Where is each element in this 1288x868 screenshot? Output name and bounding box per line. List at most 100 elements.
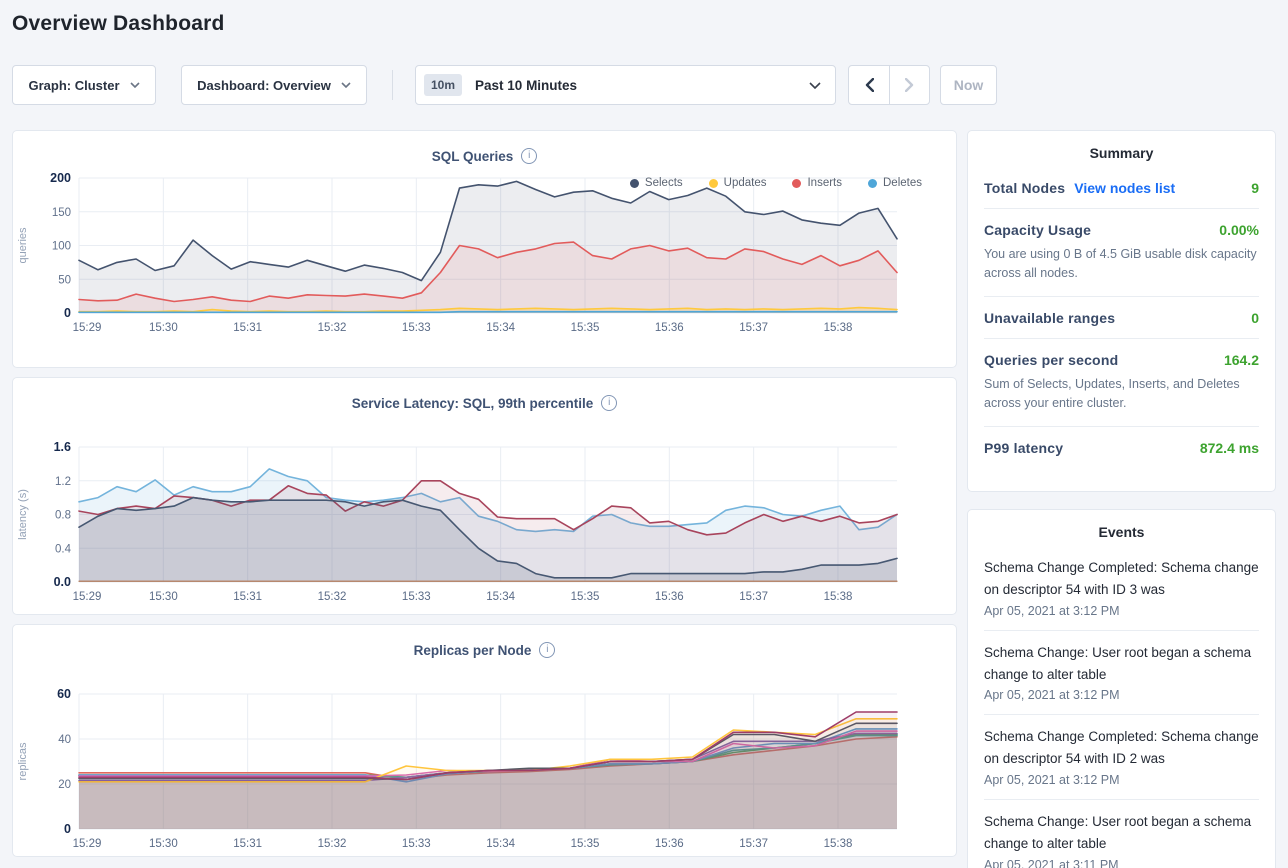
page-title: Overview Dashboard (12, 12, 225, 36)
replicas-per-node-chart-card: Replicas per Node i 15:29 15:30 15:31 15:32… (12, 624, 957, 857)
event-item: Schema Change Completed: Schema change o… (984, 546, 1259, 631)
svg-text:15:33: 15:33 (402, 591, 431, 603)
svg-text:15:32: 15:32 (318, 322, 347, 334)
svg-text:150: 150 (52, 207, 71, 219)
sql-queries-chart-card: SQL Queries i Selects Updates Inserts De… (12, 130, 957, 368)
event-item: Schema Change: User root began a schema … (984, 631, 1259, 716)
event-item: Schema Change: User root began a schema … (984, 800, 1259, 868)
svg-text:0.8: 0.8 (55, 510, 71, 522)
time-range-badge: 10m (424, 74, 462, 96)
svg-text:20: 20 (58, 779, 71, 791)
stat-value: 164.2 (1224, 352, 1259, 368)
svg-text:15:35: 15:35 (571, 591, 600, 603)
svg-text:50: 50 (58, 274, 71, 286)
svg-text:0: 0 (64, 822, 71, 836)
chart-title: Service Latency: SQL, 99th percentile (352, 396, 594, 411)
stat-value: 0 (1251, 310, 1259, 326)
time-step-forward-button[interactable] (889, 66, 929, 104)
svg-text:15:36: 15:36 (655, 591, 684, 603)
svg-text:0.0: 0.0 (54, 575, 71, 589)
toolbar-divider (392, 70, 393, 100)
svg-text:15:29: 15:29 (73, 591, 102, 603)
svg-text:15:33: 15:33 (402, 322, 431, 334)
sql-queries-chart: 15:29 15:30 15:31 15:32 15:33 15:34 15:35 15:36… (13, 168, 954, 338)
svg-text:15:34: 15:34 (486, 838, 515, 850)
svg-text:15:37: 15:37 (739, 591, 768, 603)
svg-text:15:29: 15:29 (73, 322, 102, 334)
svg-text:15:36: 15:36 (655, 322, 684, 334)
svg-text:15:31: 15:31 (233, 591, 262, 603)
svg-text:100: 100 (52, 241, 71, 253)
chart-title: Replicas per Node (414, 643, 532, 658)
legend-dot (868, 179, 877, 188)
service-latency-chart: 15:29 15:30 15:31 15:32 15:33 15:34 15:35 15:36… (13, 437, 954, 607)
stat-description: Sum of Selects, Updates, Inserts, and De… (984, 375, 1259, 414)
event-timestamp: Apr 05, 2021 at 3:11 PM (984, 858, 1259, 868)
time-step-back-button[interactable] (849, 66, 889, 104)
svg-text:15:34: 15:34 (486, 591, 515, 603)
chevron-right-icon (905, 78, 914, 92)
chart-title: SQL Queries (432, 149, 514, 164)
time-range-picker[interactable]: 10m Past 10 Minutes (415, 65, 836, 105)
service-latency-chart-card: Service Latency: SQL, 99th percentile i … (12, 377, 957, 615)
event-timestamp: Apr 05, 2021 at 3:12 PM (984, 773, 1259, 787)
stat-value: 872.4 ms (1200, 440, 1259, 456)
svg-text:latency (s): latency (s) (17, 489, 29, 540)
svg-text:15:31: 15:31 (233, 322, 262, 334)
svg-text:1.2: 1.2 (55, 476, 71, 488)
svg-text:15:32: 15:32 (318, 838, 347, 850)
svg-text:15:35: 15:35 (571, 322, 600, 334)
chart-legend: Selects Updates Inserts Deletes (630, 177, 922, 189)
stat-total-nodes: Total Nodes View nodes list 9 (984, 167, 1259, 209)
svg-text:15:38: 15:38 (824, 838, 853, 850)
svg-text:15:30: 15:30 (149, 322, 178, 334)
replicas-per-node-chart: 15:29 15:30 15:31 15:32 15:33 15:34 15:35 15:36… (13, 684, 954, 854)
chevron-down-icon (809, 82, 821, 89)
svg-text:40: 40 (58, 734, 71, 746)
stat-unavailable-ranges: Unavailable ranges 0 (984, 297, 1259, 339)
svg-text:0: 0 (64, 306, 71, 320)
event-timestamp: Apr 05, 2021 at 3:12 PM (984, 688, 1259, 702)
stat-queries-per-second: Queries per second 164.2 Sum of Selects,… (984, 339, 1259, 427)
time-step-buttons (848, 65, 930, 105)
stat-capacity-usage: Capacity Usage 0.00% You are using 0 B o… (984, 209, 1259, 297)
legend-item-updates: Updates (709, 177, 767, 189)
legend-dot (792, 179, 801, 188)
time-range-label: Past 10 Minutes (475, 78, 809, 93)
svg-text:15:37: 15:37 (739, 838, 768, 850)
svg-text:15:37: 15:37 (739, 322, 768, 334)
svg-text:15:30: 15:30 (149, 591, 178, 603)
svg-text:15:34: 15:34 (486, 322, 515, 334)
chevron-down-icon (341, 82, 351, 88)
svg-text:15:29: 15:29 (73, 838, 102, 850)
svg-text:15:32: 15:32 (318, 591, 347, 603)
dashboard-selector-label: Dashboard: Overview (197, 78, 331, 93)
svg-text:15:38: 15:38 (824, 322, 853, 334)
graph-selector-dropdown[interactable]: Graph: Cluster (12, 65, 156, 105)
svg-text:1.6: 1.6 (54, 440, 71, 454)
svg-text:15:35: 15:35 (571, 838, 600, 850)
graph-selector-label: Graph: Cluster (28, 78, 119, 93)
chevron-left-icon (865, 78, 874, 92)
svg-text:queries: queries (17, 227, 29, 264)
now-button[interactable]: Now (940, 65, 997, 105)
svg-text:15:33: 15:33 (402, 838, 431, 850)
info-icon[interactable]: i (521, 148, 537, 164)
legend-dot (630, 179, 639, 188)
event-timestamp: Apr 05, 2021 at 3:12 PM (984, 604, 1259, 618)
info-icon[interactable]: i (601, 395, 617, 411)
dashboard-selector-dropdown[interactable]: Dashboard: Overview (181, 65, 367, 105)
view-nodes-list-link[interactable]: View nodes list (1074, 180, 1175, 196)
svg-text:15:31: 15:31 (233, 838, 262, 850)
svg-text:200: 200 (50, 171, 71, 185)
event-item: Schema Change Completed: Schema change o… (984, 715, 1259, 800)
dashboard-toolbar: Graph: Cluster Dashboard: Overview 10m P… (12, 65, 997, 105)
svg-text:15:38: 15:38 (824, 591, 853, 603)
svg-text:15:36: 15:36 (655, 838, 684, 850)
events-heading: Events (984, 524, 1259, 546)
svg-text:15:30: 15:30 (149, 838, 178, 850)
legend-item-selects: Selects (630, 177, 683, 189)
info-icon[interactable]: i (539, 642, 555, 658)
chevron-down-icon (130, 82, 140, 88)
svg-text:replicas: replicas (17, 742, 29, 780)
